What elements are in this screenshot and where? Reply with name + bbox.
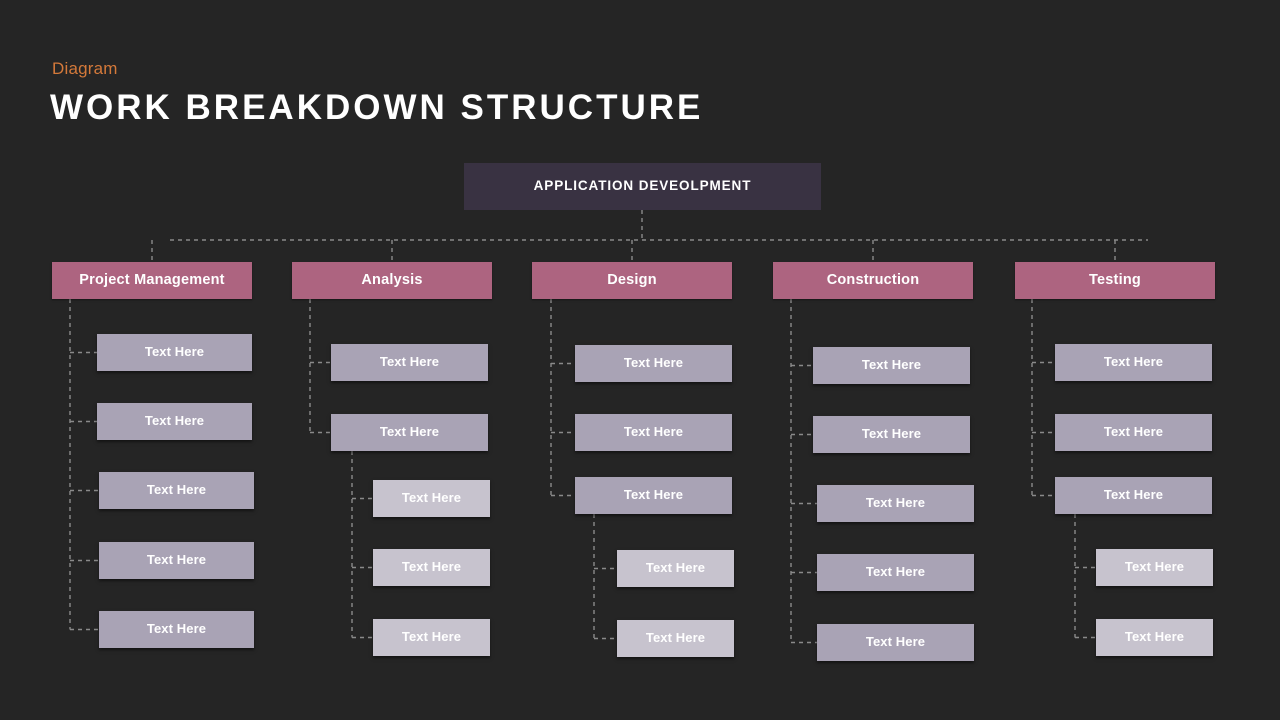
task-node-design-3[interactable]: Text Here [575, 477, 732, 514]
task-node-design-2[interactable]: Text Here [575, 414, 732, 451]
task-node-construction-2[interactable]: Text Here [813, 416, 970, 453]
task-node-design-1[interactable]: Text Here [575, 345, 732, 382]
task-node-construction-5[interactable]: Text Here [817, 624, 974, 661]
task-node-project-management-3[interactable]: Text Here [99, 472, 254, 509]
task-node-project-management-1[interactable]: Text Here [97, 334, 252, 371]
task-node-design-4[interactable]: Text Here [617, 550, 734, 587]
task-node-analysis-1[interactable]: Text Here [331, 344, 488, 381]
task-node-testing-1[interactable]: Text Here [1055, 344, 1212, 381]
phase-header-analysis[interactable]: Analysis [292, 262, 492, 299]
task-node-construction-1[interactable]: Text Here [813, 347, 970, 384]
page-title: WORK BREAKDOWN STRUCTURE [50, 88, 704, 127]
phase-header-construction[interactable]: Construction [773, 262, 973, 299]
root-node-application-development[interactable]: APPLICATION DEVEOLPMENT [464, 163, 821, 210]
task-node-construction-3[interactable]: Text Here [817, 485, 974, 522]
phase-header-design[interactable]: Design [532, 262, 732, 299]
task-node-testing-4[interactable]: Text Here [1096, 549, 1213, 586]
task-node-analysis-4[interactable]: Text Here [373, 549, 490, 586]
task-node-analysis-5[interactable]: Text Here [373, 619, 490, 656]
task-node-project-management-5[interactable]: Text Here [99, 611, 254, 648]
task-node-testing-5[interactable]: Text Here [1096, 619, 1213, 656]
task-node-project-management-4[interactable]: Text Here [99, 542, 254, 579]
phase-header-testing[interactable]: Testing [1015, 262, 1215, 299]
task-node-testing-2[interactable]: Text Here [1055, 414, 1212, 451]
task-node-project-management-2[interactable]: Text Here [97, 403, 252, 440]
task-node-testing-3[interactable]: Text Here [1055, 477, 1212, 514]
task-node-analysis-2[interactable]: Text Here [331, 414, 488, 451]
task-node-design-5[interactable]: Text Here [617, 620, 734, 657]
task-node-analysis-3[interactable]: Text Here [373, 480, 490, 517]
kicker-label: Diagram [52, 59, 118, 78]
phase-header-project-management[interactable]: Project Management [52, 262, 252, 299]
slide-canvas: Diagram WORK BREAKDOWN STRUCTURE APPLICA… [0, 0, 1280, 720]
task-node-construction-4[interactable]: Text Here [817, 554, 974, 591]
